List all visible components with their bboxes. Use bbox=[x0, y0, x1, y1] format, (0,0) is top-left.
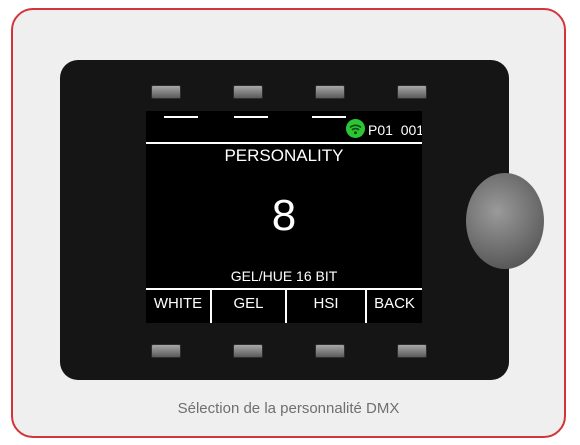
softkey-back[interactable]: BACK bbox=[367, 292, 422, 316]
bottom-button-3[interactable] bbox=[315, 344, 345, 358]
figure-caption: Sélection de la personnalité DMX bbox=[177, 400, 400, 417]
personality-value: 8 bbox=[271, 191, 297, 240]
control-panel: P01 001 PERSONALITY 8 GEL/HUE 16 BIT WHI… bbox=[60, 60, 544, 380]
softkey-divider bbox=[146, 288, 422, 290]
top-button-4[interactable] bbox=[397, 85, 427, 99]
indicator-dash-2 bbox=[234, 116, 268, 118]
softkey-white[interactable]: WHITE bbox=[146, 292, 210, 316]
top-button-1[interactable] bbox=[151, 85, 181, 99]
lcd-screen: P01 001 PERSONALITY 8 GEL/HUE 16 BIT WHI… bbox=[146, 111, 422, 323]
wifi-icon bbox=[346, 119, 365, 138]
rotary-encoder-knob[interactable] bbox=[466, 173, 544, 269]
header-divider bbox=[146, 142, 422, 144]
personality-mode: GEL/HUE 16 BIT bbox=[230, 268, 338, 284]
indicator-dash-3 bbox=[312, 116, 346, 118]
bottom-button-4[interactable] bbox=[397, 344, 427, 358]
top-button-3[interactable] bbox=[315, 85, 345, 99]
softkey-gel[interactable]: GEL bbox=[212, 292, 285, 316]
bottom-button-1[interactable] bbox=[151, 344, 181, 358]
indicator-dash-1 bbox=[164, 116, 198, 118]
dmx-address-status: P01 001 bbox=[368, 122, 422, 138]
softkey-hsi[interactable]: HSI bbox=[287, 292, 365, 316]
top-button-2[interactable] bbox=[233, 85, 263, 99]
bottom-button-2[interactable] bbox=[233, 344, 263, 358]
screen-title: PERSONALITY bbox=[224, 146, 344, 165]
